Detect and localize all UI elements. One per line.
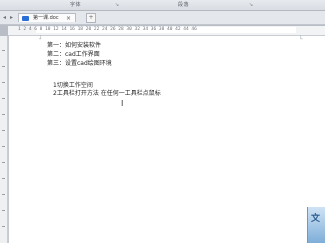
text-cursor-icon: I [121,99,124,108]
ribbon-group-font-label: 字体 [70,2,82,8]
ruler-tick [2,146,5,147]
ime-thumbnail[interactable]: 文 [307,207,325,243]
ruler-tick [2,98,5,99]
ribbon-group-paragraph-label: 段落 [178,2,190,8]
ruler-tick [2,130,5,131]
tab-document-title: 第一课.doc [33,15,59,21]
margin-corner-icon: └ [299,36,303,43]
vertical-ruler[interactable] [0,36,8,243]
dialog-launcher-icon[interactable]: ↘ [114,2,120,8]
text-line-3[interactable]: 第三：设置cad绘图环境 [47,60,112,68]
ruler-tick [2,226,5,227]
ime-glyph: 文 [311,214,321,224]
tab-scroll-left-icon[interactable]: ◂ [3,14,6,21]
ruler-tick [2,162,5,163]
tab-scroll-right-icon[interactable]: ▸ [10,14,13,21]
text-line-2[interactable]: 第二：cad工作界面 [47,51,100,59]
new-tab-button[interactable]: + [86,13,96,23]
ruler-tick [2,194,5,195]
text-line-1[interactable]: 第一：如何安装软件 [47,42,101,50]
ruler-numbers: 1 2 4 6 8 10 12 14 16 18 20 22 24 26 28 … [18,27,197,32]
document-page[interactable]: ┘ └ 第一：如何安装软件 第二：cad工作界面 第三：设置cad绘图环境 1切… [8,36,325,243]
tab-close-icon[interactable]: × [66,14,71,23]
text-line-5[interactable]: 1切换工作空间 [53,82,93,90]
ruler-tick [2,66,5,67]
document-tab-bar: ◂ ▸ 第一课.doc × + [0,11,325,25]
ruler-tick [2,178,5,179]
horizontal-ruler[interactable]: 1 2 4 6 8 10 12 14 16 18 20 22 24 26 28 … [8,26,325,36]
ruler-tick [2,210,5,211]
ribbon-bar: 字体 ↘ 段落 ↘ [0,0,325,11]
dialog-launcher-icon[interactable]: ↘ [248,2,254,8]
word-doc-icon [22,16,29,21]
margin-corner-icon: ┘ [39,36,43,43]
ruler-tick [2,50,5,51]
ruler-tick [2,114,5,115]
ruler-tick [2,82,5,83]
tab-document[interactable]: 第一课.doc × [18,13,76,22]
text-line-6[interactable]: 2工具栏打开方法 在任何一工具栏点鼠标 [53,90,161,98]
